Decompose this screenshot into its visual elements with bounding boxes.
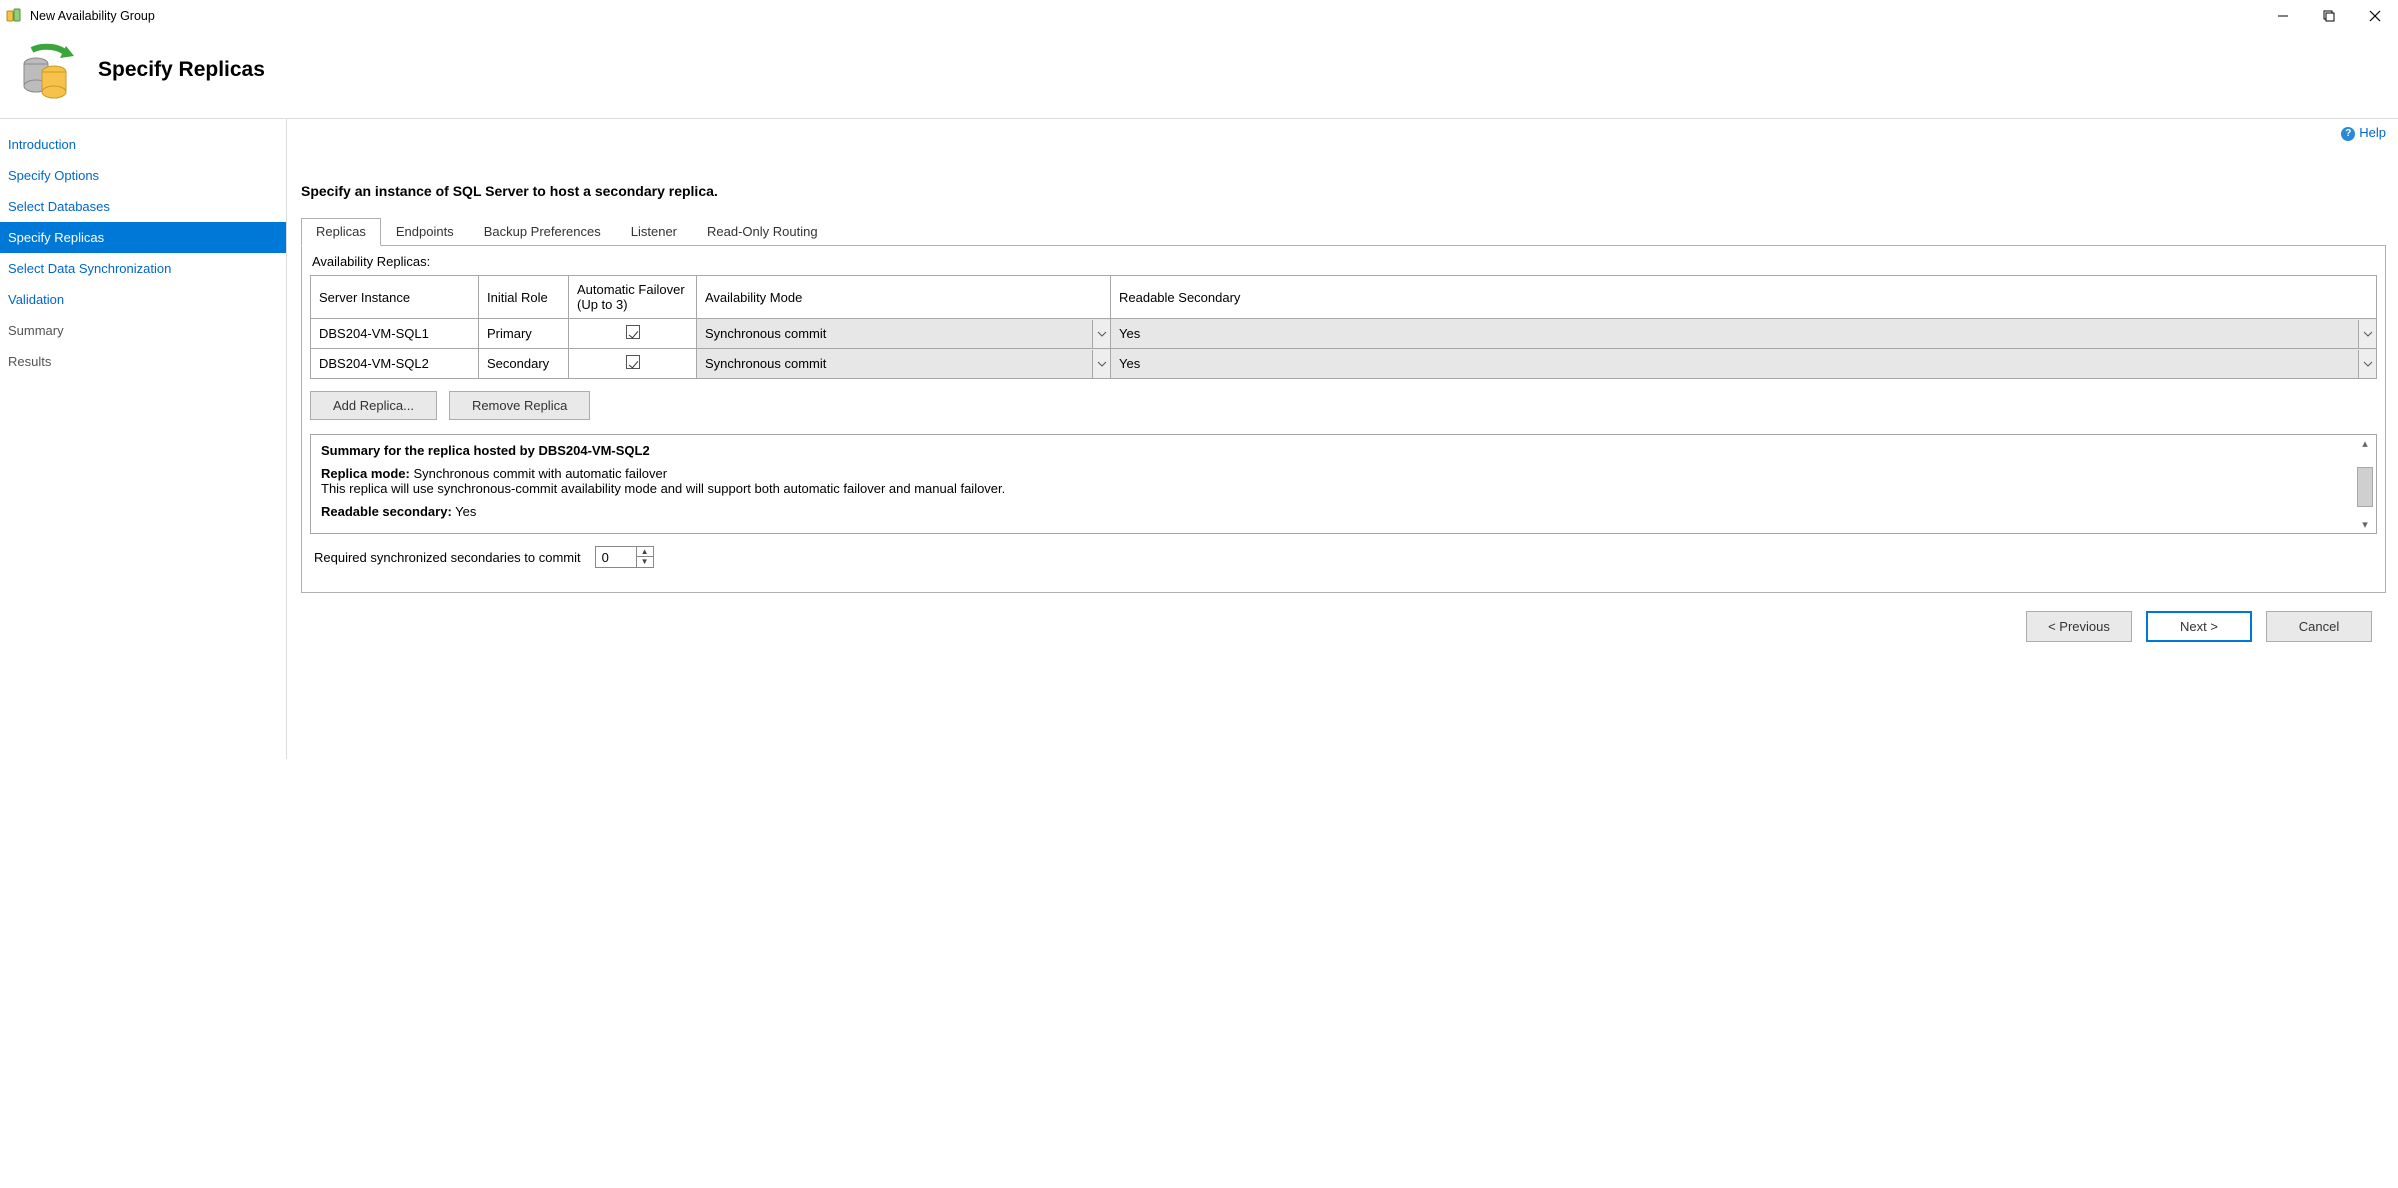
instruction-text: Specify an instance of SQL Server to hos…: [301, 183, 2386, 199]
spin-down-icon[interactable]: ▼: [637, 557, 653, 567]
table-row[interactable]: DBS204-VM-SQL1 Primary Synchronous commi…: [311, 319, 2377, 349]
required-sync-spinner[interactable]: ▲ ▼: [595, 546, 654, 568]
table-row[interactable]: DBS204-VM-SQL2 Secondary Synchronous com…: [311, 349, 2377, 379]
maximize-button[interactable]: [2306, 0, 2352, 32]
availability-replicas-label: Availability Replicas:: [312, 254, 2377, 269]
cell-server: DBS204-VM-SQL2: [311, 349, 479, 379]
required-sync-label: Required synchronized secondaries to com…: [314, 550, 581, 565]
sidebar-item-specify-replicas[interactable]: Specify Replicas: [0, 222, 286, 253]
required-sync-input[interactable]: [596, 547, 636, 567]
chevron-down-icon: [1092, 320, 1110, 348]
title-bar: New Availability Group: [0, 0, 2398, 32]
scroll-thumb[interactable]: [2357, 467, 2373, 507]
window-title: New Availability Group: [30, 9, 155, 23]
checkbox-checked-icon: [626, 325, 640, 339]
tab-content-replicas: Availability Replicas: Server Instance I…: [301, 246, 2386, 593]
tab-backup-preferences[interactable]: Backup Preferences: [469, 218, 616, 246]
previous-button[interactable]: < Previous: [2026, 611, 2132, 642]
summary-readable-value: Yes: [455, 504, 476, 519]
tab-endpoints[interactable]: Endpoints: [381, 218, 469, 246]
scroll-down-icon: ▾: [2362, 518, 2368, 531]
chevron-down-icon: [1092, 350, 1110, 378]
close-button[interactable]: [2352, 0, 2398, 32]
summary-title: Summary for the replica hosted by DBS204…: [321, 443, 650, 458]
minimize-button[interactable]: [2260, 0, 2306, 32]
tab-read-only-routing[interactable]: Read-Only Routing: [692, 218, 833, 246]
tab-strip: Replicas Endpoints Backup Preferences Li…: [301, 217, 2386, 246]
sidebar-item-validation[interactable]: Validation: [0, 284, 286, 315]
page-header: Specify Replicas: [0, 32, 2398, 118]
checkbox-checked-icon: [626, 355, 640, 369]
cell-role: Secondary: [479, 349, 569, 379]
summary-mode-desc: This replica will use synchronous-commit…: [321, 481, 2366, 496]
remove-replica-button[interactable]: Remove Replica: [449, 391, 590, 420]
sidebar-item-introduction[interactable]: Introduction: [0, 129, 286, 160]
main-panel: ?Help Specify an instance of SQL Server …: [287, 119, 2398, 759]
replica-summary-box: Summary for the replica hosted by DBS204…: [310, 434, 2377, 534]
chevron-down-icon: [2358, 320, 2376, 348]
app-icon: [6, 8, 22, 24]
sidebar-item-summary: Summary: [0, 315, 286, 346]
help-link[interactable]: ?Help: [2341, 125, 2386, 141]
cell-auto-failover[interactable]: [569, 319, 697, 349]
summary-readable-label: Readable secondary:: [321, 504, 452, 519]
scroll-up-icon: ▴: [2362, 437, 2368, 450]
cell-server: DBS204-VM-SQL1: [311, 319, 479, 349]
cell-readable-secondary[interactable]: Yes: [1111, 349, 2377, 379]
summary-mode-label: Replica mode:: [321, 466, 410, 481]
cancel-button[interactable]: Cancel: [2266, 611, 2372, 642]
col-server-instance: Server Instance: [311, 276, 479, 319]
wizard-sidebar: Introduction Specify Options Select Data…: [0, 119, 287, 759]
summary-mode-value: Synchronous commit with automatic failov…: [413, 466, 667, 481]
summary-scrollbar[interactable]: ▴ ▾: [2356, 437, 2374, 531]
wizard-footer: < Previous Next > Cancel: [301, 593, 2386, 656]
next-button[interactable]: Next >: [2146, 611, 2252, 642]
page-title: Specify Replicas: [98, 58, 265, 82]
col-initial-role: Initial Role: [479, 276, 569, 319]
col-auto-failover: Automatic Failover (Up to 3): [569, 276, 697, 319]
add-replica-button[interactable]: Add Replica...: [310, 391, 437, 420]
cell-role: Primary: [479, 319, 569, 349]
cell-auto-failover[interactable]: [569, 349, 697, 379]
col-readable-secondary: Readable Secondary: [1111, 276, 2377, 319]
spin-up-icon[interactable]: ▲: [637, 547, 653, 557]
tab-listener[interactable]: Listener: [616, 218, 692, 246]
help-icon: ?: [2341, 127, 2355, 141]
sidebar-item-specify-options[interactable]: Specify Options: [0, 160, 286, 191]
chevron-down-icon: [2358, 350, 2376, 378]
replica-table: Server Instance Initial Role Automatic F…: [310, 275, 2377, 379]
sidebar-item-select-data-sync[interactable]: Select Data Synchronization: [0, 253, 286, 284]
sidebar-item-select-databases[interactable]: Select Databases: [0, 191, 286, 222]
col-availability-mode: Availability Mode: [697, 276, 1111, 319]
cell-availability-mode[interactable]: Synchronous commit: [697, 349, 1111, 379]
sidebar-item-results: Results: [0, 346, 286, 377]
tab-replicas[interactable]: Replicas: [301, 218, 381, 246]
cell-availability-mode[interactable]: Synchronous commit: [697, 319, 1111, 349]
cell-readable-secondary[interactable]: Yes: [1111, 319, 2377, 349]
wizard-icon: [16, 40, 76, 100]
